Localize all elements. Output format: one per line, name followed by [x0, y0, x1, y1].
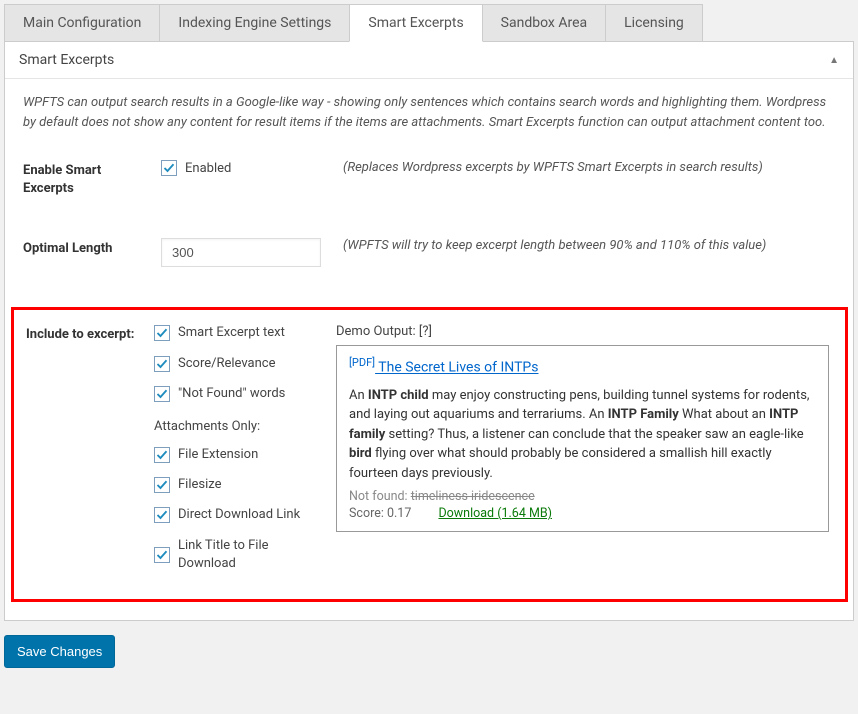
- enable-checkbox-label[interactable]: Enabled: [185, 161, 231, 176]
- attachments-only-heading: Attachments Only:: [154, 419, 326, 434]
- length-input[interactable]: [161, 238, 321, 267]
- enable-label: Enable Smart Excerpts: [23, 160, 151, 198]
- length-label: Optimal Length: [23, 238, 151, 258]
- smart-excerpt-text-label[interactable]: Smart Excerpt text: [178, 324, 285, 342]
- tab-sandbox[interactable]: Sandbox Area: [482, 4, 606, 42]
- filesize-label[interactable]: Filesize: [178, 476, 222, 494]
- direct-download-checkbox[interactable]: [154, 507, 170, 523]
- smart-excerpt-text-checkbox[interactable]: [154, 325, 170, 341]
- save-changes-button[interactable]: Save Changes: [4, 635, 115, 668]
- length-hint: (WPFTS will try to keep excerpt length b…: [343, 238, 835, 253]
- notfound-words-checkbox[interactable]: [154, 386, 170, 402]
- link-title-checkbox[interactable]: [154, 547, 170, 563]
- result-pdf-tag[interactable]: [PDF]: [349, 356, 375, 369]
- tab-main[interactable]: Main Configuration: [4, 4, 160, 42]
- result-notfound: Not found: timeliness iridescence: [349, 489, 816, 504]
- link-title-label[interactable]: Link Title to File Download: [178, 537, 326, 573]
- tab-smart-excerpts[interactable]: Smart Excerpts: [349, 4, 482, 42]
- filesize-checkbox[interactable]: [154, 477, 170, 493]
- score-relevance-label[interactable]: Score/Relevance: [178, 355, 276, 373]
- include-label: Include to excerpt:: [14, 324, 144, 344]
- score-relevance-checkbox[interactable]: [154, 356, 170, 372]
- collapse-icon[interactable]: ▲: [829, 55, 839, 66]
- result-excerpt: An INTP child may enjoy constructing pen…: [349, 386, 816, 484]
- panel-intro: WPFTS can output search results in a Goo…: [23, 93, 835, 132]
- enable-checkbox[interactable]: [161, 160, 177, 176]
- file-extension-label[interactable]: File Extension: [178, 446, 258, 464]
- direct-download-label[interactable]: Direct Download Link: [178, 506, 300, 524]
- demo-output-title: Demo Output: [?]: [336, 324, 829, 339]
- notfound-words-label[interactable]: "Not Found" words: [178, 385, 285, 403]
- enable-hint: (Replaces Wordpress excerpts by WPFTS Sm…: [343, 160, 835, 175]
- result-score: Score: 0.17: [349, 506, 411, 521]
- result-download-link[interactable]: Download (1.64 MB): [438, 506, 552, 521]
- demo-output-box: [PDF] The Secret Lives of INTPs An INTP …: [336, 345, 829, 532]
- panel-title: Smart Excerpts: [19, 52, 114, 68]
- file-extension-checkbox[interactable]: [154, 447, 170, 463]
- result-title-link[interactable]: The Secret Lives of INTPs: [375, 360, 538, 376]
- tab-licensing[interactable]: Licensing: [605, 4, 703, 42]
- tab-indexing[interactable]: Indexing Engine Settings: [159, 4, 350, 42]
